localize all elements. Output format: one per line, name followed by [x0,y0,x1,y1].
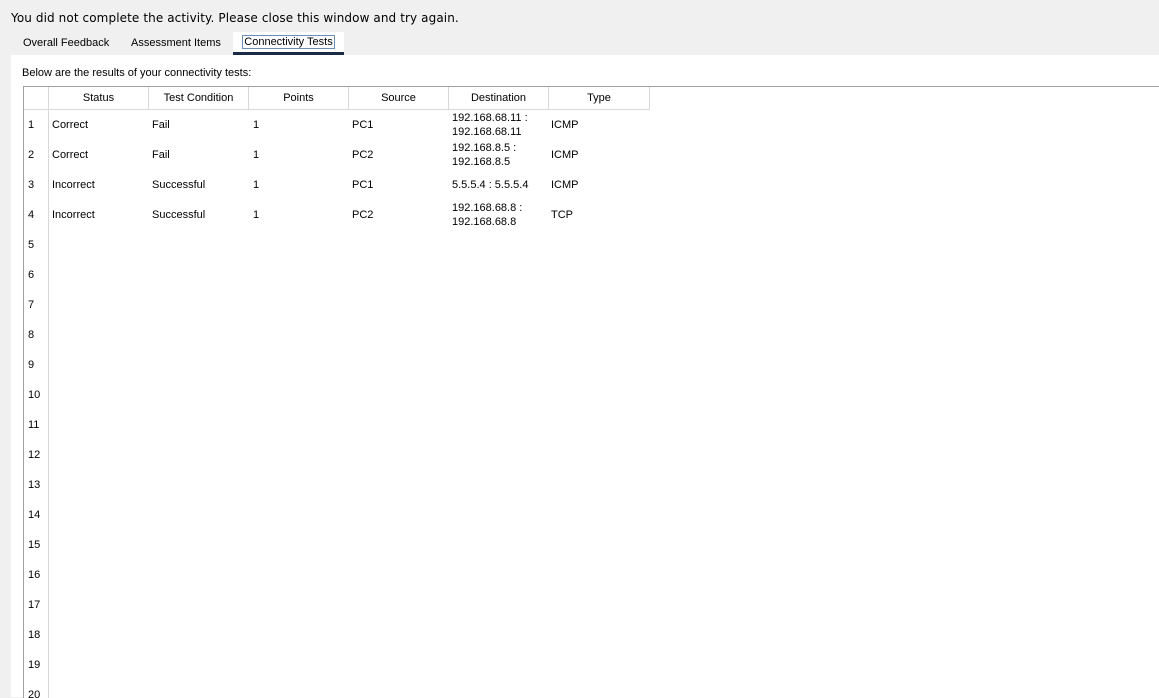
table-row-empty[interactable]: 15 [24,530,650,560]
destination-line-2: 192.168.8.5 [452,156,511,168]
table-row-empty[interactable]: 17 [24,590,650,620]
column-header-source[interactable]: Source [349,87,449,109]
table-row-empty[interactable]: 14 [24,500,650,530]
column-header-type[interactable]: Type [549,87,650,109]
type-cell: ICMP [551,119,579,131]
table-row[interactable]: 2 Correct Fail 1 PC2 192.168.8.5 :192.168.8.5… [24,140,650,170]
destination-line-1: 192.168.68.11 : [452,112,528,124]
results-table[interactable]: Status Test Condition Points Source Dest… [23,86,1159,698]
column-header-test-condition[interactable]: Test Condition [149,87,249,109]
destination-line-1: 5.5.5.4 : 5.5.5.4 [452,179,529,191]
row-number: 7 [28,299,35,311]
points-cell: 1 [253,209,260,221]
source-cell: PC1 [352,119,374,131]
table-row-empty[interactable]: 12 [24,440,650,470]
table-header: Status Test Condition Points Source Dest… [24,87,650,110]
table-row[interactable]: 4 Incorrect Successful 1 PC2 192.168.68.8 :19… [24,200,650,230]
type-cell: ICMP [551,179,579,191]
column-header-points[interactable]: Points [249,87,349,109]
row-number: 4 [28,209,35,221]
table-row-empty[interactable]: 10 [24,380,650,410]
points-cell: 1 [253,179,260,191]
row-number: 12 [28,449,41,461]
status-cell: Correct [52,149,89,161]
destination-cell: 192.168.68.11 : 192.168.68.11 [452,110,542,141]
table-row-empty[interactable]: 20 [24,680,650,698]
tab-overall-feedback[interactable]: Overall Feedback [23,32,109,54]
tab-connectivity-tests-label: Connectivity Tests [242,35,335,49]
table-row-empty[interactable]: 5 [24,230,650,260]
table-row-empty[interactable]: 18 [24,620,650,650]
row-number: 14 [28,509,41,521]
status-cell: Correct [52,119,89,131]
test-condition-cell: Fail [152,119,170,131]
row-number: 18 [28,629,41,641]
destination-line-2: 192.168.68.11 [452,126,522,138]
table-row-empty[interactable]: 9 [24,350,650,380]
row-number: 2 [28,149,35,161]
row-number: 13 [28,479,41,491]
destination-cell: 192.168.68.8 : 192.168.68.8 [452,200,542,231]
tab-bar: Overall Feedback Assessment Items Connec… [11,32,1159,55]
destination-line-1: 192.168.68.8 : [452,202,523,214]
destination-line-1: 192.168.8.5 : [452,142,517,154]
destination-line-2: 192.168.68.8 [452,216,517,228]
source-cell: PC1 [352,179,374,191]
row-number: 10 [28,389,41,401]
table-row-empty[interactable]: 16 [24,560,650,590]
row-number: 8 [28,329,35,341]
source-cell: PC2 [352,209,374,221]
source-cell: PC2 [352,149,374,161]
column-header-status[interactable]: Status [49,87,149,109]
row-number: 19 [28,659,41,671]
test-condition-cell: Successful [152,209,206,221]
destination-cell: 192.168.8.5 : 192.168.8.5 [452,140,542,171]
status-message: You did not complete the activity. Pleas… [11,11,459,25]
row-number: 3 [28,179,35,191]
table-row[interactable]: 3 Incorrect Successful 1 PC1 5.5.5.4 : 5.5.5.… [24,170,650,200]
table-row-empty[interactable]: 13 [24,470,650,500]
status-cell: Incorrect [52,179,95,191]
points-cell: 1 [253,119,260,131]
intro-text: Below are the results of your connectivi… [22,67,252,79]
test-condition-cell: Successful [152,179,206,191]
type-cell: TCP [551,209,573,221]
connectivity-tests-panel: Below are the results of your connectivi… [11,55,1159,698]
row-number: 9 [28,359,35,371]
test-condition-cell: Fail [152,149,170,161]
row-number: 1 [28,119,35,131]
row-number: 17 [28,599,41,611]
column-header-destination[interactable]: Destination [449,87,549,109]
status-cell: Incorrect [52,209,95,221]
row-number: 6 [28,269,35,281]
row-number: 20 [28,689,41,698]
points-cell: 1 [253,149,260,161]
row-number: 11 [28,419,40,431]
table-row-empty[interactable]: 11 [24,410,650,440]
table-row-empty[interactable]: 19 [24,650,650,680]
table-row[interactable]: 1 Correct Fail 1 PC1 192.168.68.11 :192.168.6… [24,110,650,140]
table-row-empty[interactable]: 6 [24,260,650,290]
type-cell: ICMP [551,149,579,161]
row-number: 5 [28,239,35,251]
table-row-empty[interactable]: 7 [24,290,650,320]
tab-connectivity-tests[interactable]: Connectivity Tests [233,32,344,55]
row-number: 16 [28,569,41,581]
tab-assessment-items[interactable]: Assessment Items [131,32,221,54]
table-row-empty[interactable]: 8 [24,320,650,350]
row-number: 15 [28,539,41,551]
destination-cell: 5.5.5.4 : 5.5.5.4 [452,170,528,200]
